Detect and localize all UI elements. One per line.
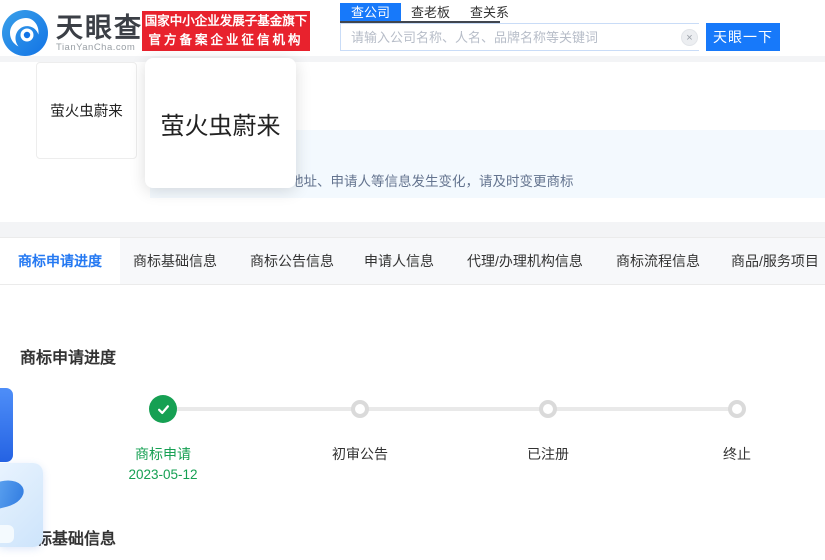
section-gap [0, 222, 825, 237]
trademark-image-thumbnail[interactable]: 萤火虫蔚来 [36, 62, 137, 159]
search-tab-relation[interactable]: 查关系 [460, 3, 519, 22]
brand-domain: TianYanCha.com [56, 42, 136, 53]
floating-widget-notch [0, 525, 14, 543]
timeline-step-dot [539, 400, 557, 418]
tab-basic-info[interactable]: 商标基础信息 [133, 238, 217, 284]
floating-side-handle[interactable] [0, 388, 13, 462]
tianyancha-logo-icon [2, 10, 48, 56]
brand-name: 天眼查 [56, 13, 143, 43]
notice-text: 地址、申请人等信息发生变化，请及时变更商标 [290, 174, 574, 189]
trademark-name-large: 萤火虫蔚来 [160, 113, 281, 140]
tab-announcement-info[interactable]: 商标公告信息 [250, 238, 334, 284]
trademark-image-preview-popup: 萤火虫蔚来 [145, 58, 296, 188]
tab-applicant-info[interactable]: 申请人信息 [364, 238, 434, 284]
badge-line2: 官方备案企业征信机构 [148, 33, 304, 47]
detail-tabbar: 商标申请进度 商标基础信息 商标公告信息 申请人信息 代理/办理机构信息 商标流… [0, 237, 825, 285]
timeline-step-dot [351, 400, 369, 418]
timeline-track [163, 407, 737, 411]
timeline-step-dot [728, 400, 746, 418]
clear-search-icon[interactable]: × [681, 29, 698, 46]
timeline-step-done-icon [149, 395, 177, 423]
badge-line1: 国家中小企业发展子基金旗下 [144, 14, 308, 28]
floating-widget-icon [0, 476, 27, 512]
progress-section-title: 商标申请进度 [20, 350, 117, 367]
timeline-step-label: 已注册 [527, 446, 569, 462]
tab-process-info[interactable]: 商标流程信息 [616, 238, 700, 284]
search-tab-company[interactable]: 查公司 [340, 3, 402, 22]
header: 天眼查 TianYanCha.com 国家中小企业发展子基金旗下 官方备案企业征… [0, 0, 825, 56]
search-tab-boss[interactable]: 查老板 [401, 3, 460, 22]
timeline-step-label: 商标申请 [135, 446, 191, 462]
tab-goods-services[interactable]: 商品/服务项目 [731, 238, 819, 284]
floating-widget[interactable] [0, 463, 43, 547]
search-input[interactable] [340, 23, 699, 51]
search-tabs: 查公司 查老板 查关系 [340, 3, 519, 22]
search-button[interactable]: 天眼一下 [706, 23, 780, 51]
official-certification-badge: 国家中小企业发展子基金旗下 官方备案企业征信机构 [142, 11, 310, 51]
tianyancha-logo[interactable]: 天眼查 TianYanCha.com [2, 10, 143, 56]
timeline-step-date: 2023-05-12 [128, 467, 198, 482]
timeline-step-label: 初审公告 [332, 446, 388, 462]
timeline-step-label: 终止 [723, 446, 751, 462]
trademark-name-small: 萤火虫蔚来 [50, 104, 123, 120]
check-icon [157, 404, 169, 414]
tab-application-progress[interactable]: 商标申请进度 [0, 238, 120, 284]
tab-agency-info[interactable]: 代理/办理机构信息 [467, 238, 583, 284]
